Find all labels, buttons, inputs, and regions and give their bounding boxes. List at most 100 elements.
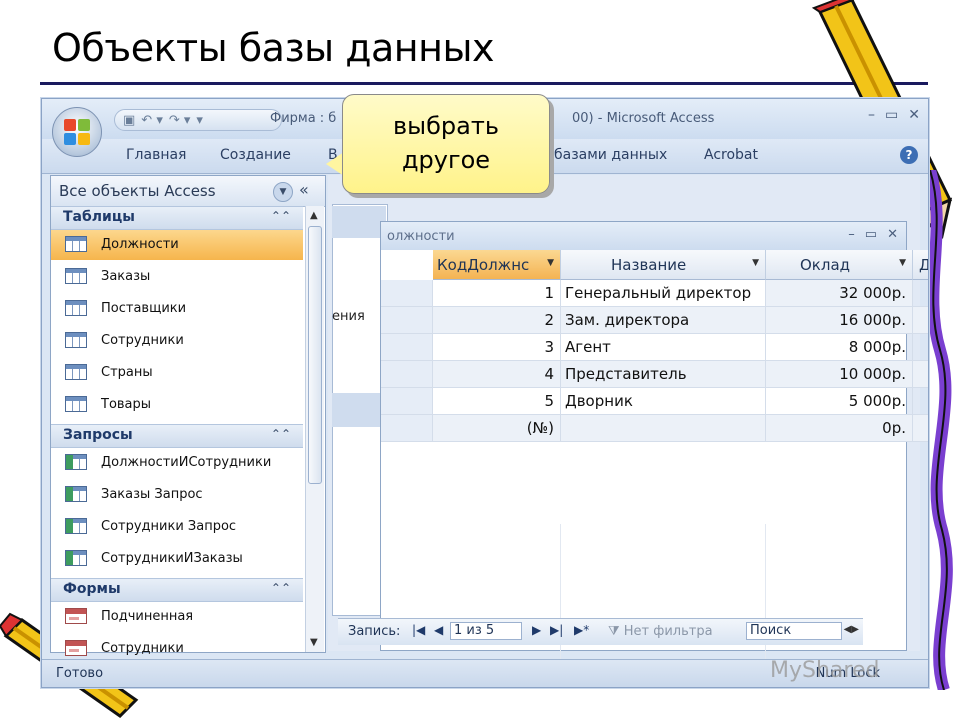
cell-name[interactable]: Зам. директора	[561, 307, 766, 334]
cell-salary[interactable]: 10 000р.	[766, 361, 913, 388]
cell-salary[interactable]: 0р.	[766, 415, 913, 442]
nav-item[interactable]: Страны	[51, 358, 303, 388]
cell-salary[interactable]: 16 000р.	[766, 307, 913, 334]
chevron-up-icon[interactable]: ⌃⌃	[271, 427, 291, 441]
nav-item-label: Товары	[101, 397, 152, 412]
nav-item[interactable]: Поставщики	[51, 294, 303, 324]
cell-salary[interactable]: 8 000р.	[766, 334, 913, 361]
nav-item[interactable]: Заказы Запрос	[51, 480, 303, 510]
row-selector[interactable]	[381, 280, 433, 307]
form-icon	[65, 640, 87, 656]
tab-home[interactable]: Главная	[126, 147, 186, 163]
column-header-extra[interactable]: Д	[913, 250, 928, 280]
row-selector[interactable]	[381, 361, 433, 388]
search-field[interactable]: Поиск	[746, 622, 842, 640]
cell-salary[interactable]: 32 000р.	[766, 280, 913, 307]
horizontal-scroll-arrows[interactable]: ◀▶	[844, 624, 859, 635]
cell-id[interactable]: 2	[433, 307, 561, 334]
datasheet-titlebar: олжности – ▭ ✕	[381, 222, 906, 250]
nav-item[interactable]: Сотрудники	[51, 326, 303, 356]
scroll-thumb[interactable]	[308, 226, 322, 484]
cell-extra[interactable]	[913, 280, 928, 307]
cell-id[interactable]: 1	[433, 280, 561, 307]
table-icon	[65, 396, 87, 412]
scroll-down-icon[interactable]: ▼	[310, 637, 318, 648]
nav-item-label: ДолжностиИСотрудники	[101, 455, 272, 470]
row-selector[interactable]	[381, 334, 433, 361]
datasheet-minimize-button[interactable]: –	[848, 227, 855, 242]
minimize-button[interactable]: –	[868, 107, 875, 123]
cell-name[interactable]: Агент	[561, 334, 766, 361]
nav-group-forms[interactable]: Формы ⌃⌃	[51, 578, 303, 602]
cell-extra[interactable]	[913, 334, 928, 361]
nav-item[interactable]: Товары	[51, 390, 303, 420]
chevron-up-icon[interactable]: ⌃⌃	[271, 209, 291, 223]
nav-item[interactable]: Заказы	[51, 262, 303, 292]
nav-group-queries[interactable]: Запросы ⌃⌃	[51, 424, 303, 448]
column-header-salary[interactable]: Оклад ▼	[766, 250, 913, 280]
collapse-pane-icon[interactable]: «	[299, 180, 309, 199]
nav-item[interactable]: Сотрудники Запрос	[51, 512, 303, 542]
query-icon	[65, 550, 87, 566]
tab-database-tools[interactable]: базами данных	[554, 147, 667, 163]
nav-item[interactable]: ДолжностиИСотрудники	[51, 448, 303, 478]
nav-item[interactable]: СотрудникиИЗаказы	[51, 544, 303, 574]
column-header-name[interactable]: Название ▼	[561, 250, 766, 280]
nav-group-label: Формы	[63, 581, 121, 597]
nav-item[interactable]: Должности	[51, 230, 303, 260]
cell-extra[interactable]	[913, 388, 928, 415]
cell-id[interactable]: 5	[433, 388, 561, 415]
scroll-up-icon[interactable]: ▲	[310, 210, 318, 221]
nav-scrollbar[interactable]: ▲ ▼	[305, 206, 324, 652]
chevron-down-icon[interactable]: ▼	[273, 182, 293, 202]
cell-name[interactable]	[561, 415, 766, 442]
cell-name[interactable]: Представитель	[561, 361, 766, 388]
datasheet-close-button[interactable]: ✕	[887, 227, 898, 242]
tab-create[interactable]: Создание	[220, 147, 291, 163]
datasheet-maximize-button[interactable]: ▭	[865, 227, 877, 242]
customize-qat-icon[interactable]: ▾	[196, 113, 203, 128]
first-record-button[interactable]: |◀	[412, 623, 425, 637]
table-icon	[65, 332, 87, 348]
redo-icon[interactable]: ↷ ▾	[169, 113, 191, 128]
cell-extra[interactable]	[913, 415, 928, 442]
column-header-id[interactable]: КодДолжнс ▼	[433, 250, 561, 280]
callout-bubble: выбрать другое	[342, 94, 550, 194]
help-icon[interactable]: ?	[900, 146, 918, 164]
table-icon	[65, 364, 87, 380]
query-icon	[65, 454, 87, 470]
save-icon[interactable]: ▣	[123, 113, 135, 128]
maximize-button[interactable]: ▭	[885, 107, 898, 123]
next-record-button[interactable]: ▶	[532, 623, 541, 637]
cell-name[interactable]: Дворник	[561, 388, 766, 415]
close-button[interactable]: ✕	[908, 107, 920, 123]
cell-id[interactable]: (№)	[433, 415, 561, 442]
cell-name[interactable]: Генеральный директор	[561, 280, 766, 307]
cell-id[interactable]: 4	[433, 361, 561, 388]
row-selector[interactable]	[381, 415, 433, 442]
background-panel-tab	[332, 206, 386, 238]
chevron-up-icon[interactable]: ⌃⌃	[271, 581, 291, 595]
office-button[interactable]	[52, 107, 102, 157]
row-selector[interactable]	[381, 388, 433, 415]
record-position-field[interactable]: 1 из 5	[450, 622, 522, 640]
window-title-right: 00) - Microsoft Access	[572, 111, 715, 126]
new-record-button[interactable]: ▶*	[574, 623, 589, 637]
tab-acrobat[interactable]: Acrobat	[704, 147, 758, 163]
undo-icon[interactable]: ↶ ▾	[141, 113, 163, 128]
prev-record-button[interactable]: ◀	[434, 623, 443, 637]
cell-salary[interactable]: 5 000р.	[766, 388, 913, 415]
callout-line-2: другое	[401, 146, 491, 174]
cell-id[interactable]: 3	[433, 334, 561, 361]
last-record-button[interactable]: ▶|	[550, 623, 563, 637]
nav-group-tables[interactable]: Таблицы ⌃⌃	[51, 206, 303, 230]
callout-line-1: выбрать	[393, 112, 499, 140]
no-filter-button[interactable]: ⧩ Нет фильтра	[608, 624, 713, 639]
row-selector[interactable]	[381, 307, 433, 334]
cell-extra[interactable]	[913, 361, 928, 388]
quick-access-toolbar[interactable]: ▣ ↶ ▾ ↷ ▾ ▾	[114, 109, 282, 131]
cell-extra[interactable]	[913, 307, 928, 334]
nav-item-label: Поставщики	[101, 301, 187, 316]
nav-item[interactable]: Подчиненная	[51, 602, 303, 632]
nav-pane-header[interactable]: Все объекты Access ▼ «	[51, 176, 325, 207]
